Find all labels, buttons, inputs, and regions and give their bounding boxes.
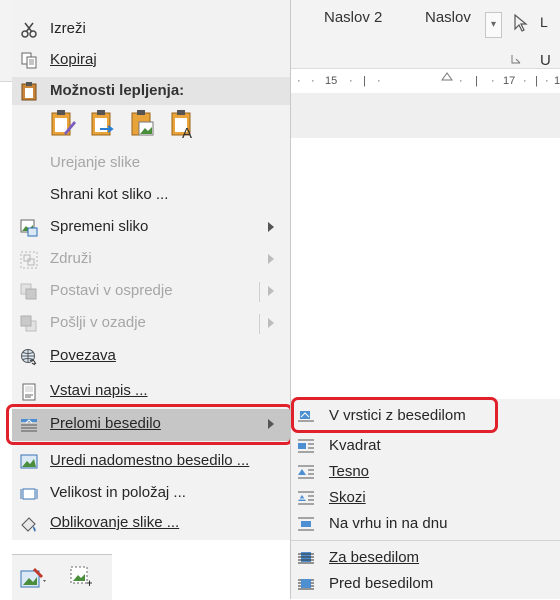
split-separator: [259, 314, 260, 334]
menu-item-edit-alt-text[interactable]: Uredi nadomestno besedilo ...: [12, 446, 290, 478]
horizontal-ruler[interactable]: · · 15 · | · · | · 17 · | · 18: [291, 68, 560, 94]
paste-options-label: Možnosti lepljenja:: [50, 82, 185, 99]
menu-item-label: Pošlji v ozadje: [50, 314, 146, 331]
wrap-option-label: Skozi: [329, 489, 366, 506]
size-position-icon: [20, 488, 38, 500]
menu-item-send-to-back: Pošlji v ozadje: [12, 308, 290, 340]
wrap-option-label: Kvadrat: [329, 437, 381, 454]
styles-more-dropdown[interactable]: ▾: [485, 12, 502, 38]
menu-item-label: Urejanje slike: [50, 154, 141, 171]
menu-item-edit-image: Urejanje slike: [12, 148, 290, 180]
menu-item-group: Združi: [12, 244, 290, 276]
menu-item-label: Oblikovanje slike ...: [50, 514, 180, 531]
wrap-tight-icon: [298, 465, 314, 479]
context-menu: Izreži Kopiraj Možnosti lepljenja: A Ure…: [12, 0, 291, 540]
style-heading[interactable]: Naslov: [425, 9, 471, 26]
ruler-indent-marker-icon[interactable]: [441, 72, 453, 84]
menu-item-size-position[interactable]: Velikost in položaj ...: [12, 478, 290, 510]
wrap-option-tight[interactable]: Tesno: [291, 459, 560, 485]
svg-text:A: A: [182, 125, 192, 139]
paste-text-only-icon[interactable]: A: [170, 109, 196, 139]
group-icon: [20, 251, 38, 269]
submenu-arrow-icon: [268, 254, 274, 264]
wrap-option-behind-text[interactable]: Za besedilom: [291, 545, 560, 571]
submenu-arrow-icon: [268, 318, 274, 328]
menu-item-label: Kopiraj: [50, 51, 97, 68]
wrap-option-through[interactable]: Skozi: [291, 485, 560, 511]
wrap-behind-text-icon: [298, 552, 314, 564]
clipboard-icon: [21, 82, 37, 101]
wrap-option-label: Za besedilom: [329, 549, 420, 566]
insert-caption-icon: [22, 383, 36, 401]
link-globe-icon: [21, 349, 37, 366]
wrap-in-front-icon: [298, 579, 314, 590]
menu-item-label: Povezava: [50, 347, 116, 364]
send-to-back-icon: [20, 315, 37, 332]
document-margin-area: [291, 93, 560, 138]
wrap-square-icon: [298, 439, 314, 453]
highlight-frame-wrap-text: [6, 404, 293, 445]
alt-text-icon: [20, 454, 38, 469]
menu-item-copy[interactable]: Kopiraj: [12, 45, 290, 77]
menu-item-label: Vstavi napis ...: [50, 382, 148, 399]
menu-item-label: Uredi nadomestno besedilo ...: [50, 452, 250, 469]
menu-item-link[interactable]: Povezava: [12, 341, 290, 373]
menu-item-label: Velikost in položaj ...: [50, 484, 186, 501]
wrap-option-top-bottom[interactable]: Na vrhu in na dnu: [291, 511, 560, 537]
scissors-icon: [21, 22, 37, 38]
wrap-option-label: Tesno: [329, 463, 370, 480]
menu-item-change-image[interactable]: Spremeni sliko: [12, 212, 290, 244]
bring-to-front-icon: [20, 283, 37, 300]
paste-keep-source-formatting-icon[interactable]: [50, 109, 76, 139]
change-picture-icon: [20, 219, 38, 237]
ribbon-group-label: U: [540, 52, 551, 69]
submenu-separator: [291, 540, 560, 541]
split-separator: [259, 282, 260, 302]
menu-item-save-as-image[interactable]: Shrani kot sliko ...: [12, 180, 290, 212]
menu-item-label: Shrani kot sliko ...: [50, 186, 169, 203]
paste-options-header: Možnosti lepljenja:: [12, 77, 290, 105]
wrap-through-icon: [298, 491, 314, 505]
submenu-arrow-icon: [268, 286, 274, 296]
copy-icon: [21, 52, 37, 69]
document-page[interactable]: [291, 138, 560, 413]
mini-toolbar: [12, 554, 112, 600]
wrap-option-in-front-text[interactable]: Pred besedilom: [291, 571, 560, 597]
wrap-option-label: Pred besedilom: [329, 575, 434, 592]
select-cursor-icon[interactable]: [512, 14, 528, 32]
style-heading-2[interactable]: Naslov 2: [324, 9, 382, 26]
menu-item-bring-to-front: Postavi v ospredje: [12, 276, 290, 308]
format-picture-icon: [21, 517, 36, 532]
picture-style-icon[interactable]: [20, 567, 48, 591]
ruler-mark-15: 15: [325, 75, 338, 87]
crop-icon[interactable]: [68, 565, 94, 591]
wrap-top-bottom-icon: [298, 517, 314, 531]
ruler-mark-17: 17: [503, 75, 516, 87]
paste-picture-icon[interactable]: [130, 109, 156, 139]
menu-item-label: Postavi v ospredje: [50, 282, 173, 299]
wrap-option-label: Na vrhu in na dnu: [329, 515, 448, 532]
submenu-arrow-icon: [268, 222, 274, 232]
wrap-option-square[interactable]: Kvadrat: [291, 433, 560, 459]
menu-item-label: Izreži: [50, 20, 86, 37]
menu-item-label: Spremeni sliko: [50, 218, 149, 235]
menu-item-label: Združi: [50, 250, 92, 267]
menu-item-format-image[interactable]: Oblikovanje slike ...: [12, 508, 290, 540]
ribbon-cut-label-l: L: [540, 14, 548, 30]
paste-merge-formatting-icon[interactable]: [90, 109, 116, 139]
menu-item-cut[interactable]: Izreži: [12, 14, 290, 46]
ruler-mark-18: 18: [554, 75, 560, 87]
dialog-launcher-icon[interactable]: [511, 54, 521, 64]
highlight-frame-inline-option: [291, 397, 498, 433]
